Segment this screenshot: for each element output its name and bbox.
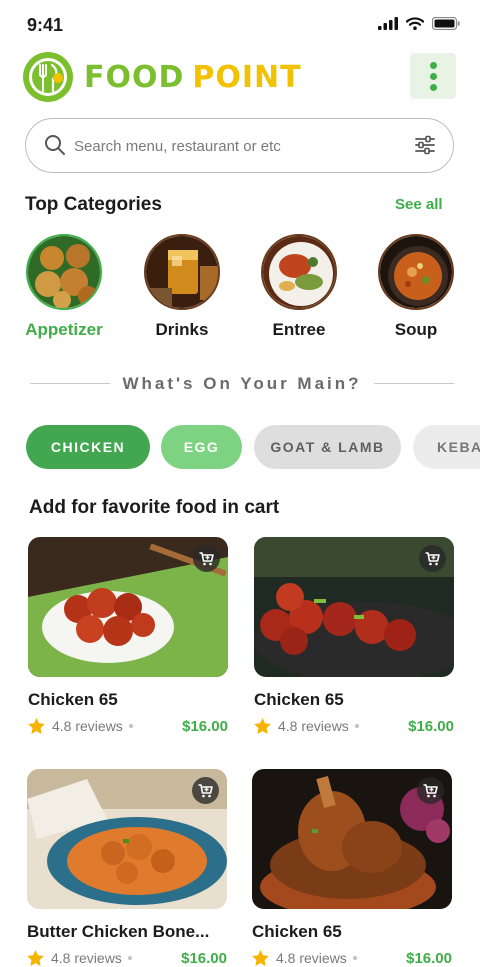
category-label: Appetizer (25, 320, 103, 339)
top-categories-title: Top Categories (25, 194, 162, 215)
food-meta: 4.8 reviews $16.00 (28, 716, 228, 736)
star-icon (252, 950, 269, 966)
food-name: Chicken 65 (254, 690, 344, 709)
food-meta: 4.8 reviews $16.00 (254, 716, 454, 736)
see-all-link[interactable]: See all (395, 196, 443, 213)
battery-icon (432, 17, 460, 30)
food-card[interactable]: Chicken 65 4.8 reviews $16.00 (254, 537, 454, 736)
category-label: Soup (394, 320, 438, 339)
divider-line (374, 383, 454, 384)
food-point-logo-icon (23, 52, 73, 102)
status-time: 9:41 (27, 15, 64, 35)
signal-icon (378, 17, 398, 30)
food-image (252, 769, 452, 909)
brand-word-food: FOOD (84, 60, 185, 95)
food-meta: 4.8 reviews $16.00 (27, 948, 227, 967)
more-vertical-icon-dot (429, 61, 437, 69)
more-menu-button[interactable] (410, 53, 456, 99)
food-price: $16.00 (182, 717, 228, 735)
add-to-cart-button[interactable] (192, 777, 219, 804)
food-price: $16.00 (408, 717, 454, 735)
status-icons (378, 17, 460, 30)
food-reviews: 4.8 reviews (51, 950, 122, 966)
category-image (378, 234, 454, 310)
cart-icon (198, 783, 213, 797)
category-image (261, 234, 337, 310)
more-vertical-icon-dot (429, 72, 437, 80)
chip-kebab[interactable]: KEBAB (413, 425, 480, 469)
more-vertical-icon-dot (429, 83, 437, 91)
separator-dot (352, 956, 357, 960)
status-bar: 9:41 (0, 0, 480, 48)
add-to-cart-button[interactable] (417, 777, 444, 804)
star-icon (28, 718, 45, 734)
separator-dot (354, 724, 359, 728)
category-appetizer[interactable]: Appetizer (14, 234, 114, 340)
separator-dot (128, 724, 133, 728)
star-icon (254, 718, 271, 734)
filter-icon[interactable] (415, 135, 435, 155)
add-to-cart-button[interactable] (419, 545, 446, 572)
category-image (26, 234, 102, 310)
food-reviews: 4.8 reviews (276, 950, 347, 966)
food-image (27, 769, 227, 909)
food-reviews: 4.8 reviews (52, 718, 123, 734)
cart-icon (199, 551, 214, 565)
food-price: $16.00 (181, 949, 227, 967)
chip-egg[interactable]: EGG (161, 425, 242, 469)
wifi-icon (406, 17, 424, 30)
food-reviews: 4.8 reviews (278, 718, 349, 734)
category-soup[interactable]: Soup (366, 234, 466, 340)
food-name: Chicken 65 (252, 922, 342, 941)
app-header: FOOD POINT (0, 50, 480, 106)
category-label: Entree (272, 320, 326, 339)
search-icon (45, 135, 65, 155)
search-input[interactable] (74, 131, 394, 161)
separator-dot (127, 956, 132, 960)
food-price: $16.00 (406, 949, 452, 967)
food-meta: 4.8 reviews $16.00 (252, 948, 452, 967)
chip-chicken[interactable]: CHICKEN (26, 425, 150, 469)
main-section-divider: What's On Your Main? (30, 372, 454, 396)
food-card[interactable]: Butter Chicken Bone... 4.8 reviews $16.0… (27, 769, 227, 967)
search-bar (25, 118, 454, 173)
food-card[interactable]: Chicken 65 4.8 reviews $16.00 (252, 769, 452, 967)
category-entree[interactable]: Entree (249, 234, 349, 340)
main-filter-chips: CHICKEN EGG GOAT & LAMB KEBAB (0, 425, 480, 469)
cart-icon (423, 783, 438, 797)
brand-word-point: POINT (192, 60, 302, 95)
food-image (28, 537, 228, 677)
chip-goat-lamb[interactable]: GOAT & LAMB (254, 425, 401, 469)
brand-title: FOOD POINT (84, 60, 302, 95)
food-card[interactable]: Chicken 65 4.8 reviews $16.00 (28, 537, 228, 736)
category-label: Drinks (155, 320, 209, 339)
divider-heading: What's On Your Main? (122, 374, 362, 393)
cart-icon (425, 551, 440, 565)
food-name: Butter Chicken Bone... (27, 922, 210, 941)
category-drinks[interactable]: Drinks (132, 234, 232, 340)
category-image (144, 234, 220, 310)
favorite-food-title: Add for favorite food in cart (29, 497, 280, 518)
food-name: Chicken 65 (28, 690, 118, 709)
star-icon (27, 950, 44, 966)
add-to-cart-button[interactable] (193, 545, 220, 572)
food-image (254, 537, 454, 677)
